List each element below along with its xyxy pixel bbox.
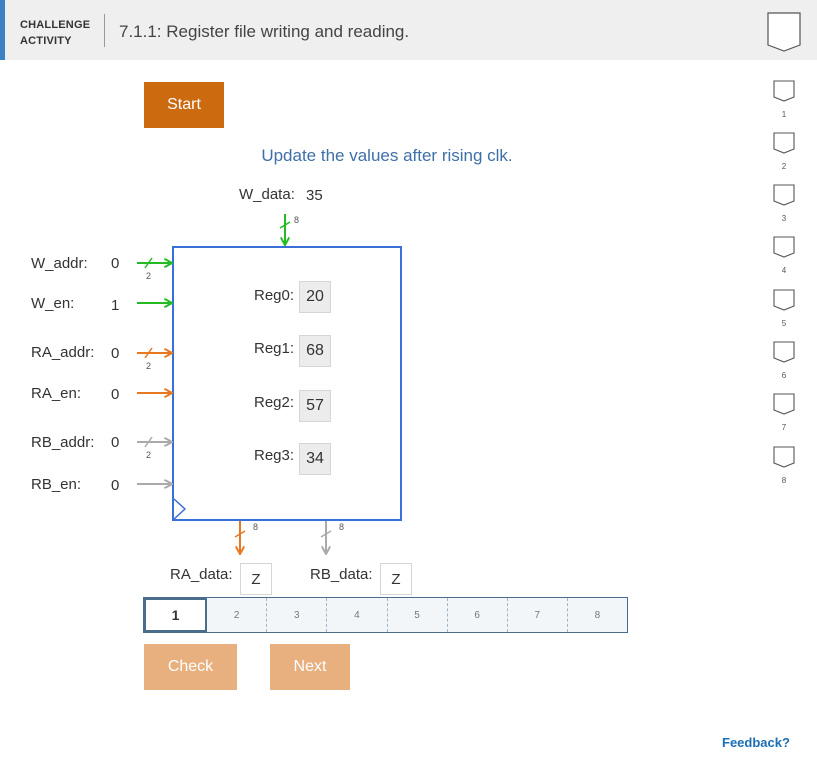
w-data-arrow: 8 <box>279 214 299 244</box>
w-addr-width: 2 <box>146 271 151 281</box>
step-2[interactable]: 2 <box>207 598 268 632</box>
feedback-link[interactable]: Feedback? <box>722 735 790 750</box>
reg1-value: 68 <box>299 335 331 367</box>
reg2-value: 57 <box>299 390 331 422</box>
step-6[interactable]: 6 <box>448 598 508 632</box>
reg1-label: Reg1: <box>254 340 295 357</box>
rb-addr-width: 2 <box>146 450 151 460</box>
next-button[interactable]: Next <box>270 644 350 690</box>
step-3[interactable]: 3 <box>267 598 328 632</box>
step-8[interactable]: 8 <box>568 598 627 632</box>
step-5[interactable]: 5 <box>388 598 448 632</box>
ra-addr-width: 2 <box>146 361 151 371</box>
rb-addr-arrow: 2 <box>137 436 171 460</box>
step-1[interactable]: 1 <box>144 598 208 632</box>
reg3-label: Reg3: <box>254 447 295 464</box>
rb-data-value: Z <box>380 563 412 595</box>
ra-addr-arrow: 2 <box>137 347 171 371</box>
ra-data-arrow: 8 <box>234 521 258 553</box>
step-4[interactable]: 4 <box>327 598 388 632</box>
rb-data-label: RB_data: <box>310 566 373 583</box>
w-data-width: 8 <box>294 215 299 225</box>
ra-data-label: RA_data: <box>170 566 233 583</box>
check-button[interactable]: Check <box>144 644 237 690</box>
step-progress-bar: 1 2 3 4 5 6 7 8 <box>143 597 628 633</box>
ra-data-width: 8 <box>253 522 258 532</box>
reg0-label: Reg0: <box>254 287 295 304</box>
ra-data-value: Z <box>240 563 272 595</box>
w-addr-arrow: 2 <box>137 257 171 281</box>
register-file-diagram: 8 2 2 2 8 8 <box>137 214 402 764</box>
rb-data-arrow: 8 <box>320 521 344 553</box>
reg2-label: Reg2: <box>254 394 295 411</box>
step-7[interactable]: 7 <box>508 598 568 632</box>
reg3-value: 34 <box>299 443 331 475</box>
rb-data-width: 8 <box>339 522 344 532</box>
reg0-value: 20 <box>299 281 331 313</box>
